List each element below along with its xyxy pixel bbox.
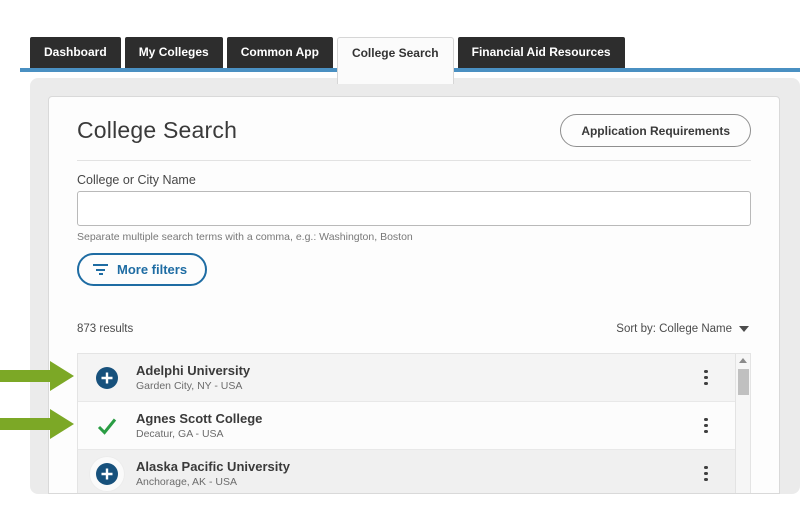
tab-dashboard[interactable]: Dashboard [30,37,121,68]
college-name: Alaska Pacific University [136,459,290,474]
scroll-up-arrow-icon[interactable] [736,354,750,367]
college-name: Agnes Scott College [136,411,262,426]
more-filters-button[interactable]: More filters [77,253,207,286]
kebab-menu-icon[interactable] [698,463,714,485]
scrollbar-thumb[interactable] [738,369,749,395]
add-college-button[interactable] [90,361,124,395]
add-circle-icon [96,463,118,485]
tab-common-app[interactable]: Common App [227,37,333,68]
filter-icon [93,262,108,278]
add-college-button[interactable] [90,457,124,491]
college-info: Agnes Scott College Decatur, GA - USA [136,411,262,440]
college-location: Anchorage, AK - USA [136,476,290,488]
table-row[interactable]: Alaska Pacific University Anchorage, AK … [78,450,750,494]
sort-by-dropdown[interactable]: Sort by: College Name [616,323,749,335]
results-count: 873 results [77,323,133,335]
tab-bar: Dashboard My Colleges Common App College… [30,37,625,84]
sort-by-label: Sort by: College Name [616,323,732,335]
tab-college-search[interactable]: College Search [337,37,454,84]
chevron-down-icon [739,326,749,332]
check-icon [95,414,119,438]
college-info: Adelphi University Garden City, NY - USA [136,363,250,392]
search-input[interactable] [77,191,751,226]
kebab-menu-icon[interactable] [698,367,714,389]
page-title: College Search [77,117,237,144]
tab-my-colleges[interactable]: My Colleges [125,37,223,68]
search-field-label: College or City Name [77,173,196,187]
add-circle-icon [96,367,118,389]
college-results-list: Adelphi University Garden City, NY - USA… [77,353,751,494]
more-filters-label: More filters [117,262,187,277]
list-scrollbar[interactable] [735,354,750,494]
annotation-arrow [0,409,76,439]
college-location: Garden City, NY - USA [136,380,250,392]
page: Dashboard My Colleges Common App College… [0,0,812,518]
search-helper-text: Separate multiple search terms with a co… [77,231,413,243]
table-row[interactable]: Agnes Scott College Decatur, GA - USA [78,402,750,450]
table-row[interactable]: Adelphi University Garden City, NY - USA [78,354,750,402]
college-added-indicator [90,409,124,443]
application-requirements-button[interactable]: Application Requirements [560,114,751,147]
college-name: Adelphi University [136,363,250,378]
college-info: Alaska Pacific University Anchorage, AK … [136,459,290,488]
tab-financial-aid-resources[interactable]: Financial Aid Resources [458,37,625,68]
kebab-menu-icon[interactable] [698,415,714,437]
college-location: Decatur, GA - USA [136,428,262,440]
annotation-arrow [0,361,76,391]
college-search-card: College Search Application Requirements … [48,96,780,494]
header-divider [77,160,751,161]
